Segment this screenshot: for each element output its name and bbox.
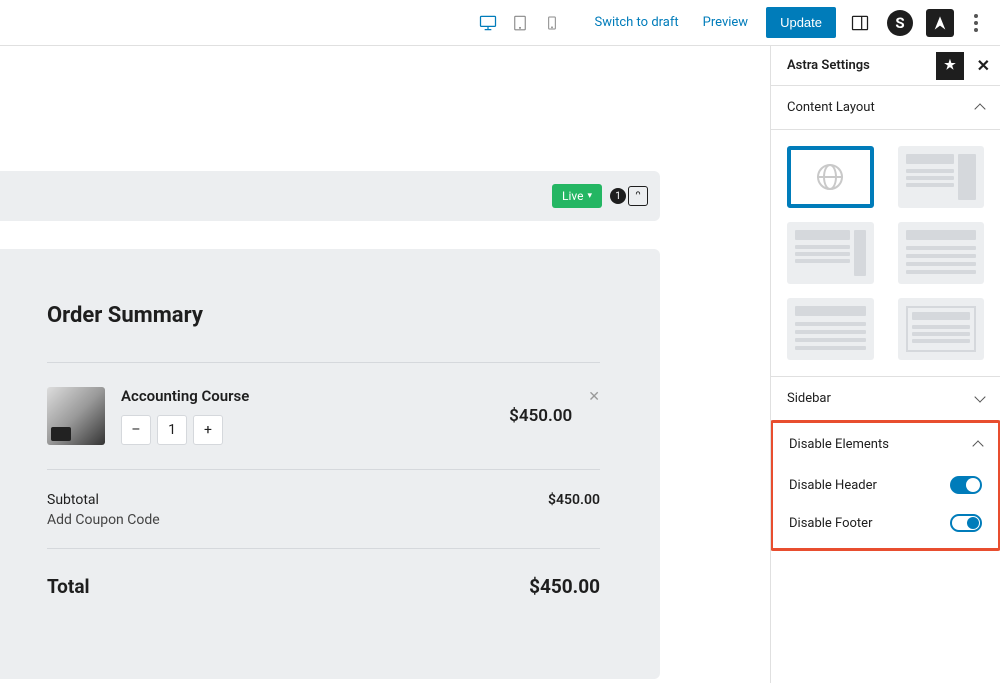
astra-icon[interactable] bbox=[924, 7, 956, 39]
more-options-icon[interactable] bbox=[960, 7, 992, 39]
desktop-icon[interactable] bbox=[472, 7, 504, 39]
chevron-up-icon bbox=[974, 103, 985, 114]
order-summary-title: Order Summary bbox=[47, 303, 600, 328]
order-summary-card: Order Summary Accounting Course – 1 + bbox=[0, 249, 660, 679]
preview-button[interactable]: Preview bbox=[693, 9, 758, 36]
layout-option-3[interactable] bbox=[787, 222, 874, 284]
layout-option-default[interactable] bbox=[787, 146, 874, 208]
editor-canvas: Live ▾ 1 bbox=[0, 46, 770, 683]
disable-footer-toggle[interactable] bbox=[950, 514, 982, 532]
subtotal-label: Subtotal bbox=[47, 492, 99, 508]
close-icon[interactable]: ✕ bbox=[977, 56, 990, 75]
qty-decrease-button[interactable]: – bbox=[121, 415, 151, 445]
quantity-stepper: – 1 + bbox=[121, 415, 493, 445]
editor-topbar: Switch to draft Preview Update S bbox=[0, 0, 1000, 46]
disable-footer-row: Disable Footer bbox=[773, 504, 998, 548]
total-value: $450.00 bbox=[529, 575, 600, 598]
cart-indicator[interactable]: 1 bbox=[610, 186, 648, 206]
globe-icon bbox=[817, 164, 843, 190]
preview-header-bar: Live ▾ 1 bbox=[0, 171, 660, 221]
disable-elements-highlight: Disable Elements Disable Header Disable … bbox=[770, 420, 1000, 551]
cart-count-badge: 1 bbox=[610, 188, 626, 204]
sidebar-title: Astra Settings bbox=[787, 58, 870, 73]
layout-options-grid bbox=[771, 130, 1000, 377]
device-preview-group bbox=[472, 7, 568, 39]
layout-option-5[interactable] bbox=[787, 298, 874, 360]
subtotal-row: Subtotal $450.00 bbox=[47, 470, 600, 512]
content-layout-accordion[interactable]: Content Layout bbox=[771, 86, 1000, 130]
remove-item-icon[interactable]: ✕ bbox=[588, 389, 600, 405]
sidebar-toggle-icon[interactable] bbox=[844, 7, 876, 39]
sidebar-accordion[interactable]: Sidebar bbox=[771, 377, 1000, 421]
sidebar-title-bar: Astra Settings ★ ✕ bbox=[771, 46, 1000, 86]
settings-sidebar: Astra Settings ★ ✕ Content Layout bbox=[770, 46, 1000, 683]
mobile-icon[interactable] bbox=[536, 7, 568, 39]
layout-option-2[interactable] bbox=[898, 146, 985, 208]
live-status-button[interactable]: Live ▾ bbox=[552, 184, 602, 208]
shopping-bag-icon bbox=[628, 186, 648, 206]
chevron-up-icon bbox=[972, 440, 983, 451]
disable-header-toggle[interactable] bbox=[950, 476, 982, 494]
disable-elements-accordion[interactable]: Disable Elements bbox=[773, 423, 998, 466]
plugin-icon-1[interactable]: S bbox=[884, 7, 916, 39]
favorite-icon[interactable]: ★ bbox=[936, 52, 964, 80]
product-name: Accounting Course bbox=[121, 387, 493, 405]
qty-value: 1 bbox=[157, 415, 187, 445]
update-button[interactable]: Update bbox=[766, 7, 836, 38]
item-price: $450.00 bbox=[509, 406, 572, 426]
switch-to-draft-button[interactable]: Switch to draft bbox=[584, 9, 688, 36]
disable-header-label: Disable Header bbox=[789, 478, 877, 493]
add-coupon-link[interactable]: Add Coupon Code bbox=[47, 512, 600, 548]
layout-option-6[interactable] bbox=[898, 298, 985, 360]
chevron-down-icon bbox=[974, 391, 985, 402]
disable-header-row: Disable Header bbox=[773, 466, 998, 504]
cart-item-row: Accounting Course – 1 + $450.00 ✕ bbox=[47, 363, 600, 469]
tablet-icon[interactable] bbox=[504, 7, 536, 39]
product-thumbnail bbox=[47, 387, 105, 445]
disable-footer-label: Disable Footer bbox=[789, 516, 872, 531]
total-label: Total bbox=[47, 575, 90, 598]
qty-increase-button[interactable]: + bbox=[193, 415, 223, 445]
total-row: Total $450.00 bbox=[47, 549, 600, 624]
subtotal-value: $450.00 bbox=[548, 492, 600, 508]
layout-option-4[interactable] bbox=[898, 222, 985, 284]
